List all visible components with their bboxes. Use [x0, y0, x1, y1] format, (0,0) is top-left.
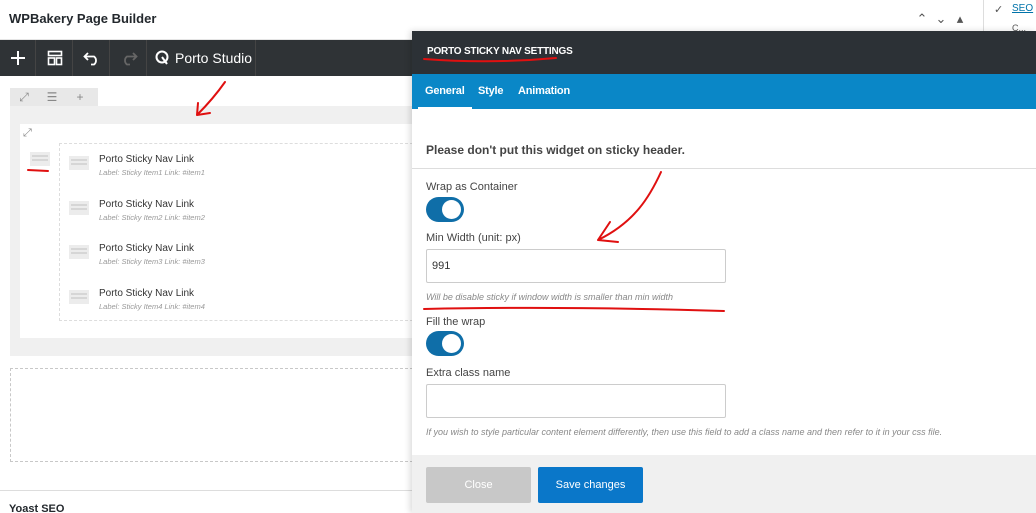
nav-link-icon: [69, 290, 89, 304]
yoast-title: Yoast SEO: [9, 503, 65, 513]
min-width-help: Will be disable sticky if window width i…: [426, 292, 674, 302]
redo-button[interactable]: [111, 40, 147, 76]
row-expand-icon[interactable]: ⤢: [10, 88, 38, 106]
templates-button[interactable]: [37, 40, 73, 76]
wrap-container-toggle[interactable]: [426, 197, 464, 222]
fill-wrap-toggle[interactable]: [426, 331, 464, 356]
fill-wrap-label: Fill the wrap: [426, 316, 486, 328]
modal-title: PORTO STICKY NAV SETTINGS: [427, 46, 573, 57]
nav-link-meta: Label: Sticky Item1 Link: #item1: [99, 168, 205, 177]
chevron-up-icon[interactable]: ⌃: [915, 12, 929, 26]
empty-row-placeholder[interactable]: [10, 368, 413, 462]
collapse-icon[interactable]: ▴: [953, 12, 967, 26]
plus-icon: [10, 51, 25, 65]
layout-icon: [47, 50, 62, 66]
settings-modal: PORTO STICKY NAV SETTINGS General Style …: [412, 31, 1036, 513]
seo-link[interactable]: SEO: [1012, 3, 1033, 14]
modal-header: PORTO STICKY NAV SETTINGS: [412, 31, 1036, 74]
undo-button[interactable]: [74, 40, 110, 76]
list-item[interactable]: Porto Sticky Nav Link Label: Sticky Item…: [69, 199, 409, 229]
add-element-button[interactable]: [0, 40, 36, 76]
nav-link-title: Porto Sticky Nav Link: [99, 288, 195, 299]
row-controls: ⤢ ☰ +: [10, 88, 98, 106]
close-button[interactable]: Close: [426, 467, 531, 503]
nav-link-meta: Label: Sticky Item4 Link: #item4: [99, 302, 205, 311]
porto-studio-icon: [155, 50, 169, 65]
nav-link-title: Porto Sticky Nav Link: [99, 154, 195, 165]
nav-link-icon: [69, 201, 89, 215]
list-item[interactable]: Porto Sticky Nav Link Label: Sticky Item…: [69, 243, 409, 273]
row-drag-icon[interactable]: ☰: [38, 88, 66, 106]
extra-class-label: Extra class name: [426, 367, 511, 379]
porto-studio-button[interactable]: Porto Studio: [146, 40, 256, 76]
sticky-nav-element-icon[interactable]: [30, 152, 50, 166]
wrap-container-label: Wrap as Container: [426, 181, 518, 193]
min-width-label: Min Width (unit: px): [426, 232, 521, 244]
nav-link-icon: [69, 245, 89, 259]
undo-icon: [82, 52, 97, 66]
min-width-input[interactable]: [426, 249, 726, 283]
row-add-icon[interactable]: +: [66, 88, 94, 106]
redo-icon: [123, 52, 138, 66]
tab-style[interactable]: Style: [471, 74, 510, 109]
modal-body: Please don't put this widget on sticky h…: [412, 109, 1036, 455]
page-builder-title: WPBakery Page Builder: [9, 11, 157, 26]
nav-link-icon: [69, 156, 89, 170]
nav-link-title: Porto Sticky Nav Link: [99, 243, 195, 254]
nav-link-meta: Label: Sticky Item3 Link: #item3: [99, 257, 205, 266]
extra-class-input[interactable]: [426, 384, 726, 418]
tab-general[interactable]: General: [418, 74, 472, 109]
porto-studio-label: Porto Studio: [175, 50, 253, 66]
warning-text: Please don't put this widget on sticky h…: [426, 143, 685, 157]
expand-icon[interactable]: ⤢: [23, 127, 35, 139]
chevron-down-icon[interactable]: ⌄: [934, 12, 948, 26]
extra-class-help: If you wish to style particular content …: [426, 427, 943, 437]
divider: [412, 168, 1036, 169]
yoast-check-icon: ✓: [994, 4, 1004, 16]
save-button[interactable]: Save changes: [538, 467, 643, 503]
list-item[interactable]: Porto Sticky Nav Link Label: Sticky Item…: [69, 288, 409, 318]
nav-link-meta: Label: Sticky Item2 Link: #item2: [99, 213, 205, 222]
tab-animation[interactable]: Animation: [511, 74, 577, 109]
nav-link-title: Porto Sticky Nav Link: [99, 199, 195, 210]
modal-footer: Close Save changes: [412, 455, 1036, 513]
modal-tabs: General Style Animation: [412, 74, 1036, 109]
list-item[interactable]: Porto Sticky Nav Link Label: Sticky Item…: [69, 154, 409, 184]
